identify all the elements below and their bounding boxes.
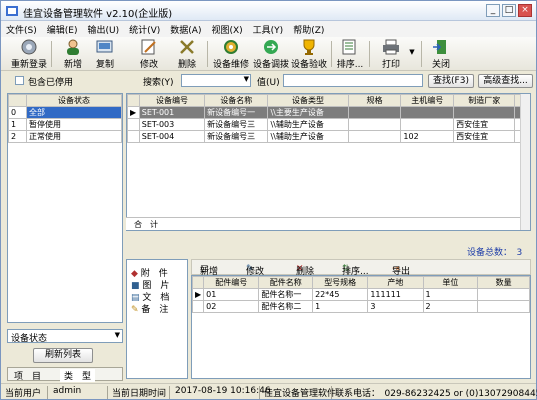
maximize-button[interactable]: □ xyxy=(502,4,516,17)
parts-table-panel: 配件编号 配件名称 型号规格 产地 单位 数量 ▶ 01 配件名称一 22*45 11… xyxy=(191,275,531,379)
value-input[interactable] xyxy=(283,74,423,87)
include-disabled-label: 包含已停用 xyxy=(28,78,74,88)
close-button[interactable]: 关闭 xyxy=(427,38,455,70)
add-button[interactable]: 新增 xyxy=(59,38,87,70)
window-title: 佳宜设备管理软件 v2.10(企业版) xyxy=(23,9,173,20)
transfer-button[interactable]: 设备调拨 xyxy=(253,38,289,70)
current-user: admin xyxy=(53,386,82,396)
menu-tools[interactable]: 工具(Y) xyxy=(248,21,289,36)
close-window-button[interactable]: × xyxy=(518,4,532,17)
status-header: 设备状态 xyxy=(26,94,122,107)
sort-button[interactable]: 排序... xyxy=(335,38,365,70)
search-field-select[interactable]: ▼ xyxy=(181,74,251,87)
menu-output[interactable]: 输出(U) xyxy=(82,21,124,36)
copy-button[interactable]: 复制 xyxy=(91,38,119,70)
printer-icon xyxy=(383,39,399,55)
advanced-find-button[interactable]: 高级查找... xyxy=(478,74,533,88)
main-toolbar: 重新登录 新增 复制 修改 删除 设备维修 设备调拨 设备验收 排序... 打印… xyxy=(1,37,536,71)
refresh-list-button[interactable]: 刷新列表 xyxy=(33,348,93,363)
table-row[interactable]: 0 全部 xyxy=(8,106,122,119)
total-row: 合 计 xyxy=(126,217,520,230)
table-row[interactable]: 2 正常使用 xyxy=(8,130,122,143)
minimize-button[interactable]: _ xyxy=(486,4,500,17)
relogin-icon xyxy=(21,39,37,55)
detail-toolbar: ▢ 新增 ✎ 修改 ✕ 删除 ⇅ 排序... ⇥ 导出 xyxy=(191,259,531,277)
menu-statistics[interactable]: 统计(V) xyxy=(124,21,165,36)
trophy-icon xyxy=(303,39,315,55)
menu-bar: 文件(S) 编辑(E) 输出(U) 统计(V) 数据(A) 视图(X) 工具(Y) 帮助(Z) xyxy=(1,21,536,37)
chevron-down-icon: ▼ xyxy=(114,331,120,339)
transfer-icon xyxy=(264,40,278,54)
user-label: 当前用户 xyxy=(5,389,42,399)
nav-note[interactable]: ✎ 备 注 xyxy=(131,302,168,315)
print-dropdown-arrow[interactable]: ▼ xyxy=(407,38,417,70)
accept-button[interactable]: 设备验收 xyxy=(291,38,327,70)
gear-icon xyxy=(224,40,238,54)
tab-category[interactable]: 类 型 xyxy=(60,369,96,382)
sort-icon xyxy=(342,39,356,55)
menu-help[interactable]: 帮助(Z) xyxy=(288,21,329,36)
menu-data[interactable]: 数据(A) xyxy=(165,21,206,36)
parts-table: 配件编号 配件名称 型号规格 产地 单位 数量 ▶ 01 配件名称一 22*45 11… xyxy=(192,276,530,313)
menu-edit[interactable]: 编辑(E) xyxy=(42,21,83,36)
add-user-icon xyxy=(67,39,79,55)
edit-button[interactable]: 修改 xyxy=(135,38,163,70)
app-window: 佳宜设备管理软件 v2.10(企业版) _ □ × 文件(S) 编辑(E) 输出(U… xyxy=(0,0,537,400)
tab-items[interactable]: 项 目 xyxy=(14,369,41,382)
left-tabs: 项 目 类 型 xyxy=(7,367,123,382)
equipment-table-panel: 设备编号 设备名称 设备类型 规格 主机编号 制造厂家 出厂 ▶ SET-001… xyxy=(126,93,531,231)
contact-info: 联系电话： 029-86232425 or (0)13072908445 xyxy=(335,389,537,399)
value-label: 值(U) xyxy=(257,78,280,88)
table-row[interactable]: SET-004 新设备编号三 \\辅助生产设备 102 西安佳宜 xyxy=(127,130,530,143)
datetime-label: 当前日期时间 xyxy=(112,389,167,399)
search-label: 搜索(Y) xyxy=(143,78,174,88)
detail-nav: ◆ 附 件 ■ 图 片 ▤ 文 档 ✎ 备 注 xyxy=(126,259,188,379)
note-icon: ✎ xyxy=(131,305,139,315)
copy-icon xyxy=(96,40,113,53)
table-row[interactable]: ▶ SET-001 新设备编号一 \\主要生产设备 xyxy=(127,106,530,119)
app-name: 佳宜设备管理软件 xyxy=(264,389,337,399)
equipment-scrollbar[interactable] xyxy=(520,94,530,230)
app-icon xyxy=(6,6,18,16)
include-disabled-checkbox[interactable] xyxy=(15,76,24,85)
table-row[interactable]: ▶ 01 配件名称一 22*45 111111 1 xyxy=(192,288,530,301)
table-row[interactable]: 1 暂停使用 xyxy=(8,118,122,131)
table-row[interactable]: SET-003 新设备编号三 \\辅助生产设备 西安佳宜 xyxy=(127,118,530,131)
print-button[interactable]: 打印 xyxy=(373,38,409,70)
find-button[interactable]: 查找(F3) xyxy=(428,74,474,88)
table-row[interactable]: 02 配件名称二 1 32 xyxy=(192,300,530,313)
delete-icon xyxy=(180,40,194,54)
equipment-table: 设备编号 设备名称 设备类型 规格 主机编号 制造厂家 出厂 ▶ SET-001… xyxy=(127,94,530,143)
status-dropdown[interactable]: 设备状态 ▼ xyxy=(7,329,123,344)
relogin-button[interactable]: 重新登录 xyxy=(9,38,49,70)
title-bar: 佳宜设备管理软件 v2.10(企业版) _ □ × xyxy=(1,1,536,21)
exit-door-icon xyxy=(433,40,446,54)
status-table: 设备状态 0 全部 1 暂停使用 2 正常使用 xyxy=(8,94,122,143)
current-datetime: 2017-08-19 10:16:46 xyxy=(175,386,271,396)
delete-button[interactable]: 删除 xyxy=(173,38,201,70)
edit-icon xyxy=(141,39,156,55)
menu-file[interactable]: 文件(S) xyxy=(1,21,42,36)
status-list-panel: 设备状态 0 全部 1 暂停使用 2 正常使用 xyxy=(7,93,123,323)
search-bar: 包含已停用 搜索(Y) ▼ 值(U) 查找(F3) 高级查找... xyxy=(1,71,536,91)
status-bar: 当前用户 admin 当前日期时间 2017-08-19 10:16:46 佳宜… xyxy=(1,383,537,399)
repair-button[interactable]: 设备维修 xyxy=(213,38,249,70)
menu-view[interactable]: 视图(X) xyxy=(206,21,247,36)
